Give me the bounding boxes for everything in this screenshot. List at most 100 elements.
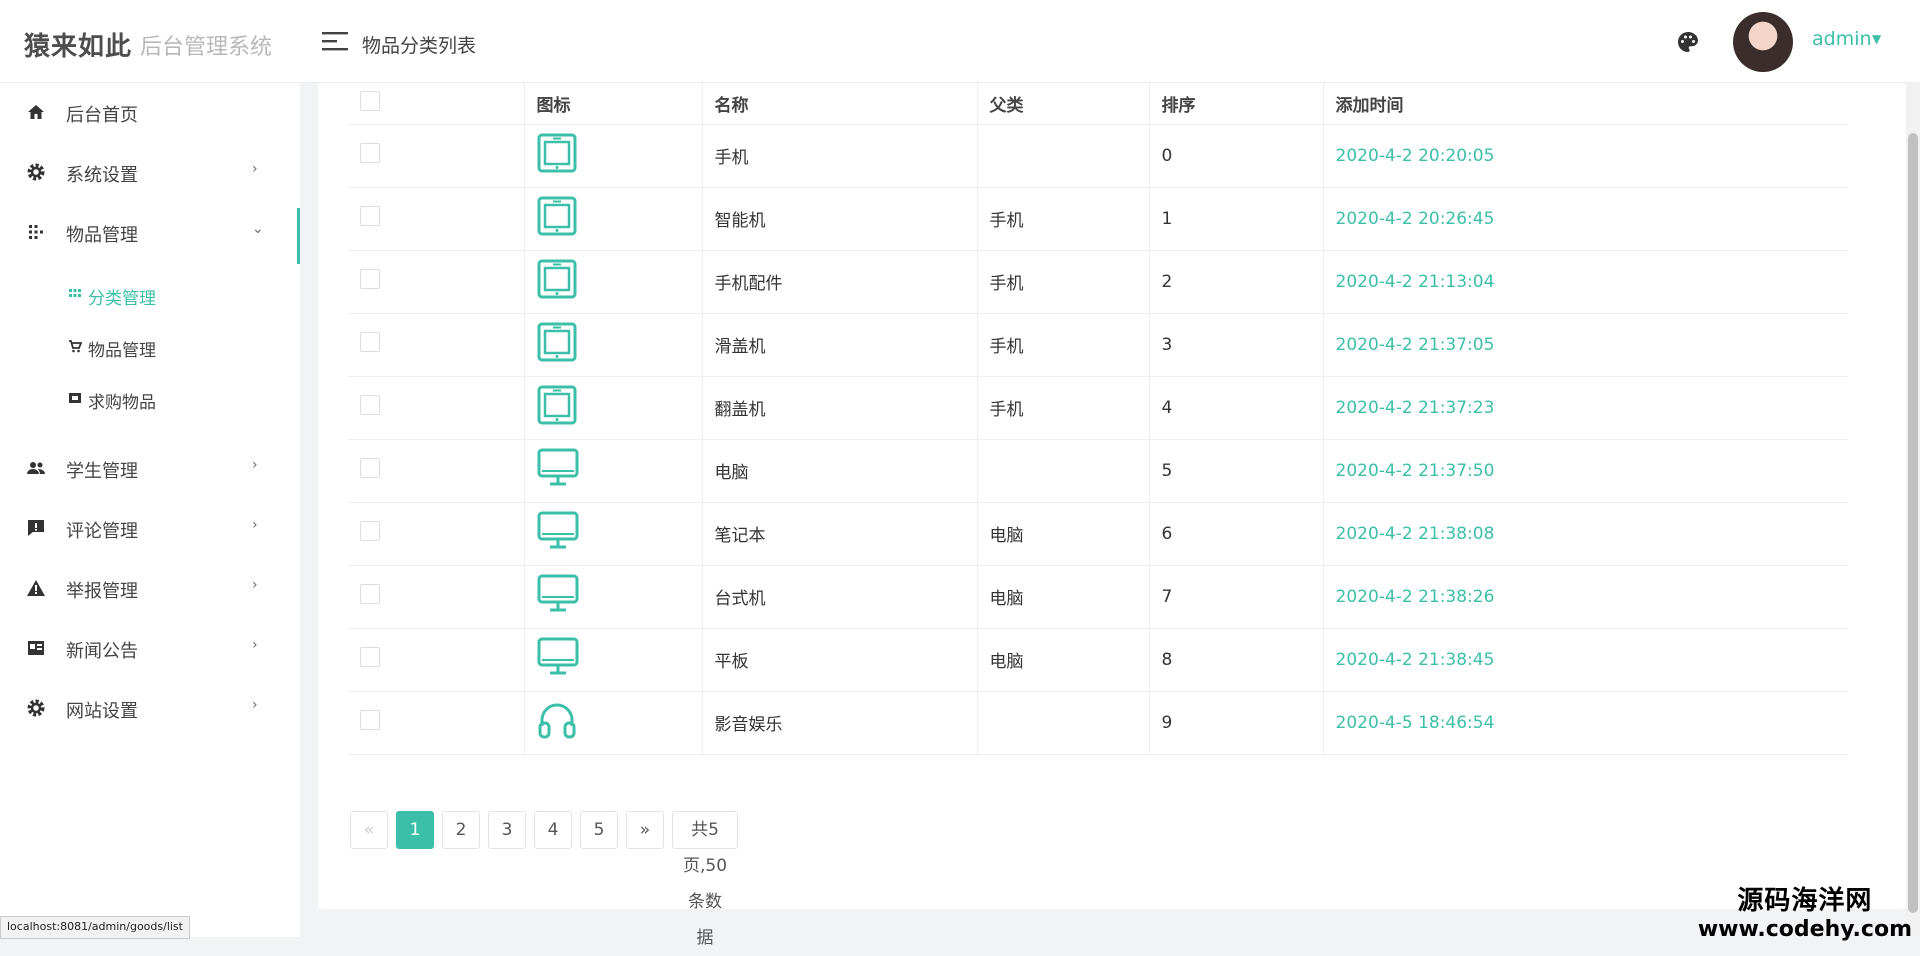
row-icon-cell	[524, 187, 703, 251]
sidebar-item-home[interactable]: 后台首页	[0, 88, 300, 136]
row-parent	[977, 439, 1150, 503]
menu-toggle-icon[interactable]	[322, 31, 348, 55]
row-parent: 电脑	[977, 502, 1150, 566]
row-time: 2020-4-2 21:38:08	[1323, 502, 1848, 566]
chevron-right-icon: ›	[252, 697, 258, 713]
chevron-right-icon: ›	[252, 161, 258, 177]
sidebar-item-news[interactable]: 新闻公告 ›	[0, 624, 300, 672]
sidebar-item-goods[interactable]: 物品管理 ⌄	[0, 208, 300, 264]
row-parent: 手机	[977, 313, 1150, 377]
row-checkbox[interactable]	[360, 710, 380, 730]
avatar[interactable]	[1733, 12, 1793, 72]
row-name: 手机	[702, 124, 978, 188]
prev-page-button[interactable]: «	[350, 811, 388, 849]
monitor-icon	[537, 637, 579, 682]
row-sort: 6	[1149, 502, 1324, 566]
sidebar-item-students[interactable]: 学生管理 ›	[0, 444, 300, 492]
row-sort: 4	[1149, 376, 1324, 440]
sidebar-subitem-wanted[interactable]: 求购物品	[0, 379, 300, 419]
column-header-sort: 排序	[1149, 83, 1324, 125]
column-header-parent: 父类	[977, 83, 1150, 125]
row-select-cell	[348, 124, 525, 188]
scrollbar-thumb[interactable]	[1908, 133, 1918, 913]
table-row: 影音娱乐 9 2020-4-5 18:46:54	[348, 691, 1848, 755]
sidebar-subitem-category[interactable]: 分类管理	[0, 275, 300, 315]
row-checkbox[interactable]	[360, 584, 380, 604]
page-button-5[interactable]: 5	[580, 811, 618, 849]
row-select-cell	[348, 439, 525, 503]
row-name: 台式机	[702, 565, 978, 629]
sidebar-item-label: 系统设置	[66, 165, 138, 186]
row-time: 2020-4-2 20:20:05	[1323, 124, 1848, 188]
sidebar-item-system-settings[interactable]: 系统设置 ›	[0, 148, 300, 196]
row-checkbox[interactable]	[360, 143, 380, 163]
row-select-cell	[348, 565, 525, 629]
row-checkbox[interactable]	[360, 521, 380, 541]
row-select-cell	[348, 628, 525, 692]
sidebar-item-label: 网站设置	[66, 701, 138, 722]
caret-down-icon[interactable]: ▼	[1872, 32, 1881, 46]
vertical-scrollbar[interactable]	[1906, 83, 1920, 937]
tablet-icon	[537, 322, 577, 367]
row-checkbox[interactable]	[360, 332, 380, 352]
palette-icon[interactable]	[1676, 30, 1700, 58]
tablet-icon	[537, 196, 577, 241]
sidebar-subitem-label: 分类管理	[88, 289, 156, 309]
select-all-checkbox[interactable]	[360, 90, 380, 111]
user-menu[interactable]: admin	[1812, 28, 1872, 50]
home-icon	[28, 105, 44, 119]
row-checkbox[interactable]	[360, 269, 380, 289]
row-checkbox[interactable]	[360, 458, 380, 478]
row-parent: 手机	[977, 187, 1150, 251]
row-time: 2020-4-2 21:38:26	[1323, 565, 1848, 629]
page-button-2[interactable]: 2	[442, 811, 480, 849]
sidebar-item-label: 新闻公告	[66, 641, 138, 662]
box-icon	[69, 393, 81, 403]
row-checkbox[interactable]	[360, 395, 380, 415]
row-icon-cell	[524, 124, 703, 188]
sidebar-item-label: 评论管理	[66, 521, 138, 542]
row-sort: 7	[1149, 565, 1324, 629]
table-row: 滑盖机 手机 3 2020-4-2 21:37:05	[348, 313, 1848, 377]
sidebar-item-site-settings[interactable]: 网站设置 ›	[0, 684, 300, 732]
news-icon	[28, 641, 44, 655]
logo-text: 猿来如此	[24, 32, 133, 62]
grid-icon	[29, 225, 43, 239]
row-name: 滑盖机	[702, 313, 978, 377]
chevron-right-icon: ›	[252, 577, 258, 593]
row-checkbox[interactable]	[360, 206, 380, 226]
pagination-info: 共5页,50条数据	[672, 811, 739, 948]
row-parent: 电脑	[977, 628, 1150, 692]
row-icon-cell	[524, 502, 703, 566]
sidebar-item-reports[interactable]: 举报管理 ›	[0, 564, 300, 612]
row-sort: 8	[1149, 628, 1324, 692]
sidebar-item-comments[interactable]: 评论管理 ›	[0, 504, 300, 552]
gear-icon	[27, 163, 45, 181]
row-icon-cell	[524, 439, 703, 503]
page-title: 物品分类列表	[362, 35, 477, 57]
table-row: 笔记本 电脑 6 2020-4-2 21:38:08	[348, 502, 1848, 566]
sidebar-subitem-label: 物品管理	[88, 341, 156, 361]
sidebar-subitem-goods[interactable]: 物品管理	[0, 327, 300, 367]
row-icon-cell	[524, 250, 703, 314]
people-icon	[27, 462, 45, 474]
row-time: 2020-4-2 21:13:04	[1323, 250, 1848, 314]
main-content: 图标 名称 父类 排序 添加时间 手机 0 2020-4-2 20:20:05 智能机…	[318, 83, 1906, 948]
row-time: 2020-4-2 20:26:45	[1323, 187, 1848, 251]
monitor-icon	[537, 511, 579, 556]
page-button-4[interactable]: 4	[534, 811, 572, 849]
row-parent	[977, 124, 1150, 188]
column-header-name: 名称	[702, 83, 978, 125]
table-header-row: 图标 名称 父类 排序 添加时间	[348, 83, 1848, 125]
page-button-3[interactable]: 3	[488, 811, 526, 849]
row-parent: 电脑	[977, 565, 1150, 629]
page-button-1[interactable]: 1	[396, 811, 434, 849]
column-header-icon: 图标	[524, 83, 703, 125]
row-checkbox[interactable]	[360, 647, 380, 667]
row-sort: 0	[1149, 124, 1324, 188]
row-name: 手机配件	[702, 250, 978, 314]
row-name: 平板	[702, 628, 978, 692]
sidebar-item-label: 物品管理	[66, 225, 138, 246]
next-page-button[interactable]: »	[626, 811, 664, 849]
watermark-url: www.codehy.com	[1697, 917, 1912, 942]
